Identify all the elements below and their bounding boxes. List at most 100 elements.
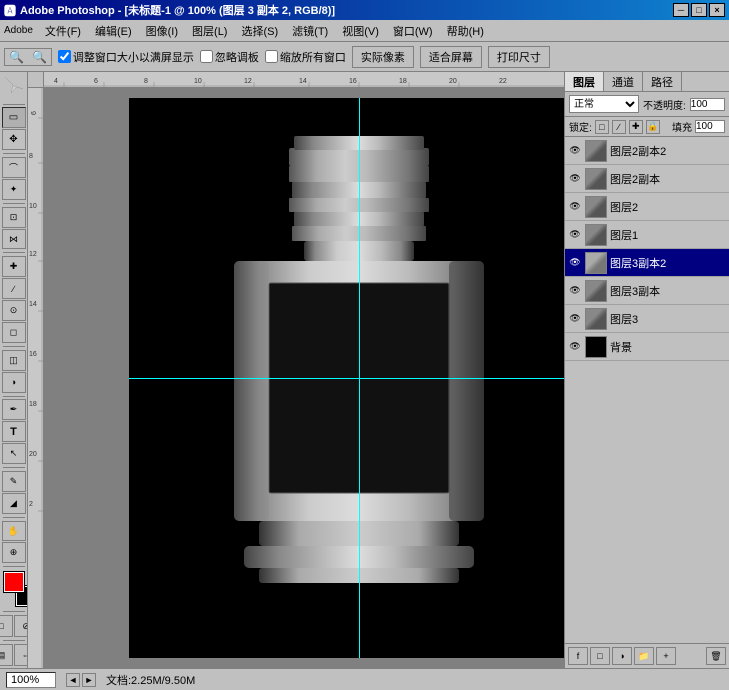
layer-row-background[interactable]: 👁 背景: [565, 333, 729, 361]
layers-options: 正常 溶解 正片叠底 滤色 不透明度:: [565, 92, 729, 117]
blend-mode-select[interactable]: 正常 溶解 正片叠底 滤色: [569, 95, 639, 113]
clone-tool[interactable]: ⊙: [2, 300, 26, 321]
brush-tool[interactable]: ∕: [2, 278, 26, 299]
layer-row[interactable]: 👁 图层2: [565, 193, 729, 221]
lasso-tool[interactable]: ⌒: [2, 157, 26, 178]
layer-visibility-toggle[interactable]: 👁: [568, 256, 582, 270]
layer-thumbnail: [585, 280, 607, 302]
zoom-input[interactable]: 100%: [6, 672, 56, 688]
ps-logo-icon: [1, 74, 27, 99]
foreground-color-swatch[interactable]: [4, 572, 24, 592]
menu-view[interactable]: 视图(V): [336, 21, 385, 41]
notes-tool[interactable]: ✎: [2, 471, 26, 492]
menu-edit[interactable]: 编辑(E): [89, 21, 138, 41]
svg-text:16: 16: [29, 351, 37, 358]
eyedropper-tool[interactable]: ◢: [2, 493, 26, 514]
layer-thumbnail: [585, 308, 607, 330]
layer-visibility-toggle[interactable]: 👁: [568, 340, 582, 354]
layer-row[interactable]: 👁 图层2副本2: [565, 137, 729, 165]
screen-mode-button[interactable]: ▤: [0, 644, 13, 666]
dodge-tool[interactable]: ◑: [2, 372, 26, 393]
canvas-area: 4 6 8 10 12 14 16 18 20 22: [28, 72, 564, 668]
menu-file[interactable]: 文件(F): [39, 21, 87, 41]
lock-all-button[interactable]: 🔒: [646, 120, 660, 134]
hand-tool[interactable]: ✋: [2, 521, 26, 542]
delete-layer-button[interactable]: 🗑: [706, 647, 726, 665]
lock-image-button[interactable]: ∕: [612, 120, 626, 134]
layer-name: 图层3副本2: [610, 255, 726, 271]
layer-row[interactable]: 👁 图层2副本: [565, 165, 729, 193]
doc-info: 文档:2.25M/9.50M: [106, 672, 723, 688]
layer-name: 图层2: [610, 199, 726, 215]
svg-text:8: 8: [29, 153, 33, 160]
lock-position-button[interactable]: ✚: [629, 120, 643, 134]
pen-tool[interactable]: ✒: [2, 399, 26, 420]
layer-visibility-toggle[interactable]: 👁: [568, 144, 582, 158]
color-picker[interactable]: [2, 572, 28, 606]
prev-page-button[interactable]: ◄: [66, 673, 80, 687]
heal-tool[interactable]: ✚: [2, 256, 26, 277]
layer-visibility-toggle[interactable]: 👁: [568, 228, 582, 242]
opacity-input[interactable]: [690, 98, 725, 111]
new-adjustment-button[interactable]: ◑: [612, 647, 632, 665]
new-layer-button[interactable]: +: [656, 647, 676, 665]
menu-layer[interactable]: 图层(L): [186, 21, 233, 41]
layers-list: 👁 图层2副本2 👁 图层2副本 👁 图层2 👁 图层1 👁: [565, 137, 729, 643]
marquee-tool[interactable]: ▭: [2, 107, 26, 128]
new-group-button[interactable]: 📁: [634, 647, 654, 665]
menu-filter[interactable]: 滤镜(T): [286, 21, 334, 41]
type-tool[interactable]: T: [2, 421, 26, 442]
svg-text:20: 20: [449, 78, 457, 85]
fill-input[interactable]: [695, 120, 725, 133]
layer-row[interactable]: 👁 图层3: [565, 305, 729, 333]
layer-row[interactable]: 👁 图层3副本: [565, 277, 729, 305]
quickmask-mode-button[interactable]: ⊘: [14, 615, 28, 637]
fit-screen-button[interactable]: 适合屏幕: [420, 46, 482, 68]
fullscreen-button[interactable]: ⇔: [14, 644, 28, 666]
titlebar-title: Adobe Photoshop - [未标题-1 @ 100% (图层 3 副本…: [20, 2, 335, 18]
layer-visibility-toggle[interactable]: 👁: [568, 172, 582, 186]
titlebar-controls[interactable]: ─ □ ×: [673, 3, 725, 17]
magic-wand-tool[interactable]: ✦: [2, 179, 26, 200]
add-mask-button[interactable]: □: [590, 647, 610, 665]
tab-paths[interactable]: 路径: [643, 72, 682, 91]
tab-channels[interactable]: 通道: [604, 72, 643, 91]
crop-tool[interactable]: ⊡: [2, 207, 26, 228]
standard-mode-button[interactable]: □: [0, 615, 13, 637]
tab-layers[interactable]: 图层: [565, 72, 604, 91]
status-nav: ◄ ►: [66, 673, 96, 687]
add-style-button[interactable]: f: [568, 647, 588, 665]
gradient-tool[interactable]: ◫: [2, 350, 26, 371]
slice-tool[interactable]: ⋈: [2, 229, 26, 250]
menu-select[interactable]: 选择(S): [235, 21, 284, 41]
zoom-in-button[interactable]: 🔍: [29, 50, 50, 64]
print-size-button[interactable]: 打印尺寸: [488, 46, 550, 68]
resize-window-checkbox[interactable]: 调整窗口大小以满屏显示: [58, 49, 194, 65]
menu-window[interactable]: 窗口(W): [387, 21, 439, 41]
svg-text:2: 2: [29, 501, 33, 508]
layer-visibility-toggle[interactable]: 👁: [568, 312, 582, 326]
layer-row-selected[interactable]: 👁 图层3副本2: [565, 249, 729, 277]
zoom-tool[interactable]: ⊕: [2, 542, 26, 563]
actual-pixels-button[interactable]: 实际像素: [352, 46, 414, 68]
lock-transparent-button[interactable]: □: [595, 120, 609, 134]
svg-text:12: 12: [244, 78, 252, 85]
minimize-button[interactable]: ─: [673, 3, 689, 17]
close-button[interactable]: ×: [709, 3, 725, 17]
menu-help[interactable]: 帮助(H): [441, 21, 490, 41]
menu-image[interactable]: 图像(I): [140, 21, 184, 41]
layer-visibility-toggle[interactable]: 👁: [568, 200, 582, 214]
next-page-button[interactable]: ►: [82, 673, 96, 687]
maximize-button[interactable]: □: [691, 3, 707, 17]
zoom-all-checkbox[interactable]: 缩放所有窗口: [265, 49, 346, 65]
ignore-palette-checkbox[interactable]: 忽略调板: [200, 49, 259, 65]
opacity-label: 不透明度:: [643, 97, 686, 112]
eraser-tool[interactable]: ◻: [2, 322, 26, 343]
zoom-out-button[interactable]: 🔍: [6, 50, 27, 64]
layer-visibility-toggle[interactable]: 👁: [568, 284, 582, 298]
layer-row[interactable]: 👁 图层1: [565, 221, 729, 249]
svg-text:6: 6: [31, 111, 38, 115]
toolbar-separator-10: [3, 611, 25, 612]
move-tool[interactable]: ✥: [2, 129, 26, 150]
path-select-tool[interactable]: ↖: [2, 443, 26, 464]
